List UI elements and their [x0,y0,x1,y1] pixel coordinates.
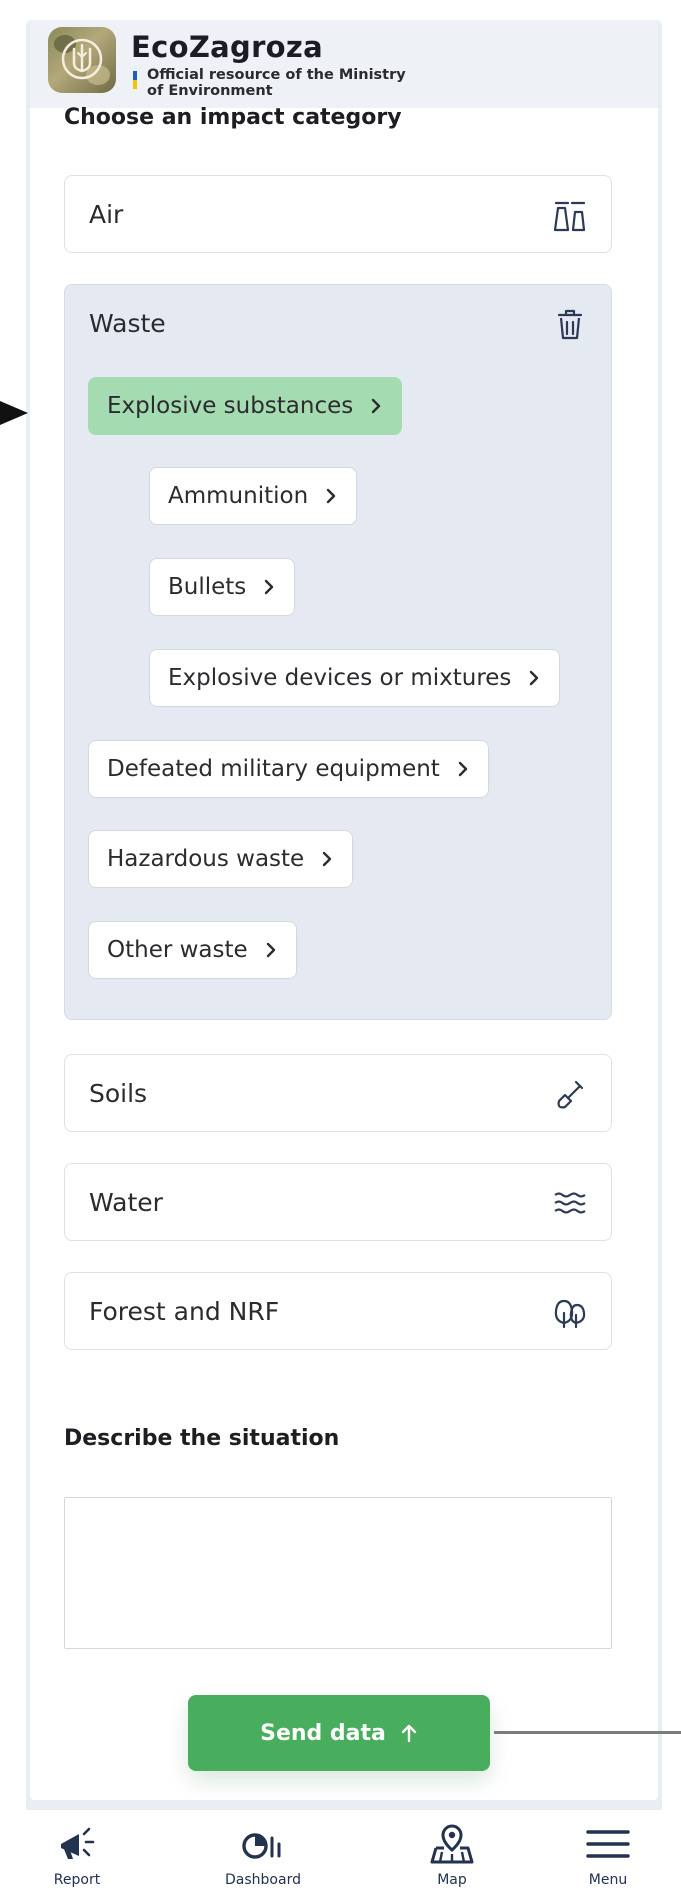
nav-menu[interactable]: Menu [553,1822,663,1888]
send-data-button[interactable]: Send data [188,1695,490,1771]
tree-icon [551,1293,589,1331]
trident-emblem-icon [61,38,103,80]
subcategory-hazardous-waste[interactable]: Hazardous waste [88,830,354,888]
dashboard-chart-icon [242,1833,281,1859]
chevron-right-icon [323,851,332,867]
chevron-right-icon [265,579,274,595]
brand-title: EcoZagroza [131,30,323,64]
nav-map[interactable]: Map [397,1822,507,1888]
describe-heading: Describe the situation [64,1426,340,1451]
category-forest-nrf[interactable]: Forest and NRF [64,1272,612,1350]
subcategory-explosive-devices[interactable]: Explosive devices or mixtures [149,649,561,707]
air-icon [551,196,589,234]
chevron-right-icon [458,761,468,777]
shovel-icon [551,1075,589,1113]
trash-icon [551,305,589,343]
category-soils[interactable]: Soils [64,1054,612,1132]
map-pin-icon [430,1824,474,1864]
megaphone-icon [61,1827,95,1859]
chevron-right-icon [530,670,539,686]
subcategory-defeated-military-equipment[interactable]: Defeated military equipment [88,740,489,798]
chevron-right-icon [266,942,275,958]
app-logo[interactable] [48,27,116,93]
water-waves-icon [551,1184,589,1222]
annotation-pointer-line [494,1731,681,1734]
nav-report[interactable]: Report [22,1822,132,1888]
subcategory-explosive-substances[interactable]: Explosive substances [88,377,403,435]
impact-category-heading: Choose an impact category [64,105,402,130]
arrow-up-icon [401,1724,417,1743]
chevron-right-icon [372,398,381,414]
subcategory-bullets[interactable]: Bullets [149,558,296,616]
chevron-right-icon [326,488,336,504]
annotation-arrow-icon [0,401,28,425]
category-water[interactable]: Water [64,1163,612,1241]
ukraine-flag-icon [133,71,137,89]
hamburger-menu-icon [586,1830,630,1858]
category-air[interactable]: Air [64,175,612,253]
subcategory-other-waste[interactable]: Other waste [88,921,297,979]
situation-textarea[interactable] [64,1497,612,1649]
nav-dashboard[interactable]: Dashboard [208,1822,318,1888]
subcategory-ammunition[interactable]: Ammunition [149,467,358,525]
brand-subtitle: Official resource of the Ministry of Env… [147,67,406,99]
